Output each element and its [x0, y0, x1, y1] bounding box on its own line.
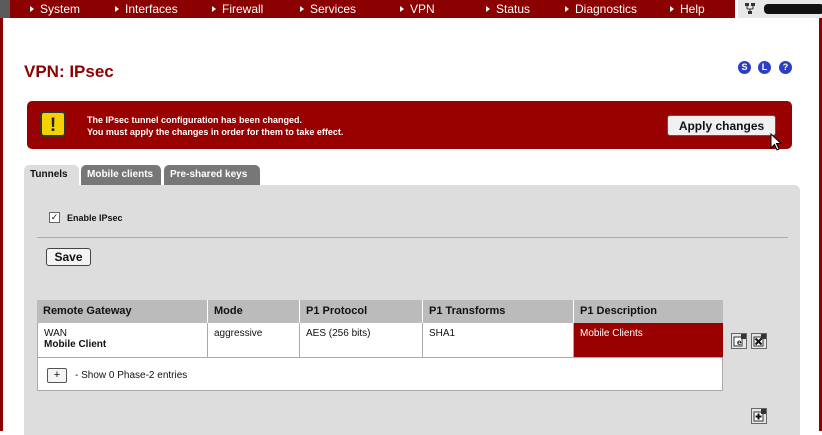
column-header-p1-protocol: P1 Protocol — [300, 300, 423, 323]
divider — [37, 237, 788, 238]
nav-interfaces[interactable]: Interfaces — [115, 0, 178, 18]
edit-icon[interactable]: e — [731, 333, 747, 349]
cell-remote-gateway: WAN Mobile Client — [37, 323, 208, 358]
show-phase2-button[interactable]: + — [47, 368, 67, 383]
arrow-right-icon — [400, 6, 404, 12]
enable-ipsec-checkbox[interactable]: ✓ — [49, 212, 60, 223]
nav-diagnostics[interactable]: Diagnostics — [565, 0, 637, 18]
host-tab — [735, 0, 822, 18]
column-header-mode: Mode — [208, 300, 300, 323]
nav-status[interactable]: Status — [486, 0, 530, 18]
column-header-p1-transforms: P1 Transforms — [423, 300, 574, 323]
arrow-right-icon — [486, 6, 490, 12]
arrow-right-icon — [300, 6, 304, 12]
nav-firewall[interactable]: Firewall — [212, 0, 263, 18]
alert-message-line2: You must apply the changes in order for … — [87, 127, 344, 137]
page-title: VPN: IPsec — [24, 62, 114, 81]
arrow-right-icon — [212, 6, 216, 12]
cell-p1-description: Mobile Clients — [574, 323, 723, 358]
delete-icon[interactable] — [751, 333, 767, 349]
cell-p1-protocol: AES (256 bits) — [300, 323, 423, 358]
help-icon[interactable]: ? — [779, 61, 792, 74]
tab-pre-shared-keys[interactable]: Pre-shared keys — [164, 165, 260, 185]
add-tunnel-icon[interactable] — [751, 408, 767, 424]
svg-text:e: e — [737, 338, 742, 347]
log-shortcut-icon[interactable]: L — [758, 61, 771, 74]
network-icon — [745, 3, 755, 14]
left-frame-border — [0, 18, 3, 431]
arrow-right-icon — [30, 6, 34, 12]
nav-services[interactable]: Services — [300, 0, 356, 18]
hostname-redacted — [764, 4, 822, 14]
remote-gateway-interface: WAN — [44, 328, 67, 339]
mouse-cursor-icon — [770, 133, 783, 151]
arrow-right-icon — [670, 6, 674, 12]
cell-mode: aggressive — [208, 323, 300, 358]
phase2-row: + - Show 0 Phase-2 entries — [37, 358, 723, 391]
cell-p1-transforms: SHA1 — [423, 323, 574, 358]
arrow-right-icon — [565, 6, 569, 12]
enable-ipsec-label: Enable IPsec — [67, 213, 123, 223]
nav-vpn[interactable]: VPN — [400, 0, 435, 18]
column-header-remote-gateway: Remote Gateway — [37, 300, 208, 323]
tab-tunnels[interactable]: Tunnels — [24, 165, 79, 185]
phase2-entries-label: - Show 0 Phase-2 entries — [75, 370, 188, 381]
nav-help[interactable]: Help — [670, 0, 705, 18]
tab-mobile-clients[interactable]: Mobile clients — [81, 165, 161, 185]
logo-corner — [0, 0, 10, 18]
alert-message-line1: The IPsec tunnel configuration has been … — [87, 115, 303, 125]
save-button[interactable]: Save — [46, 248, 91, 266]
apply-changes-button[interactable]: Apply changes — [667, 115, 776, 136]
top-navigation: System Interfaces Firewall Services VPN … — [0, 0, 822, 18]
nav-system[interactable]: System — [30, 0, 80, 18]
apply-changes-alert: ! The IPsec tunnel configuration has bee… — [27, 101, 792, 149]
status-shortcut-icon[interactable]: S — [738, 61, 751, 74]
remote-gateway-name: Mobile Client — [44, 339, 107, 350]
warning-icon: ! — [40, 111, 66, 137]
arrow-right-icon — [115, 6, 119, 12]
column-header-p1-description: P1 Description — [574, 300, 723, 323]
